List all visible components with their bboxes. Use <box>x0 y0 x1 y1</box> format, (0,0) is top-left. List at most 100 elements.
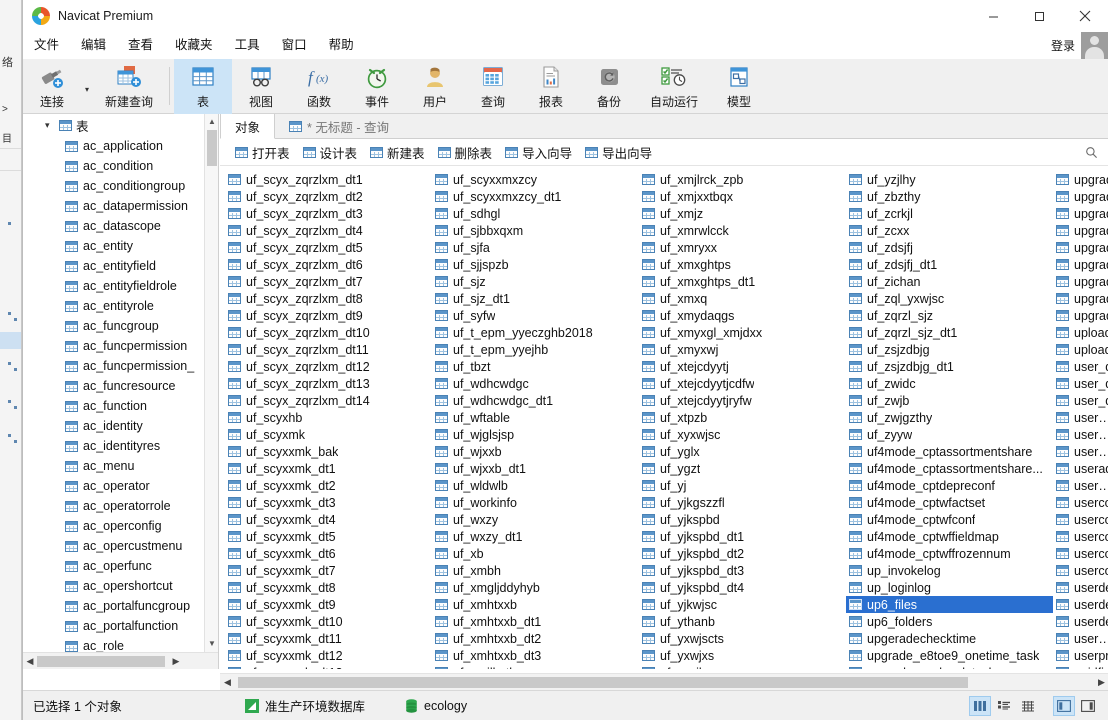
list-item[interactable]: uf_xmyxwj <box>639 341 846 358</box>
list-item[interactable]: uf_syfw <box>432 307 639 324</box>
list-item[interactable]: uf_scyx_zqrzlxm_dt14 <box>225 392 432 409</box>
list-item[interactable]: uf4mode_cptassortmentshare <box>846 443 1053 460</box>
list-item[interactable]: uf4mode_cptwffrozennum <box>846 545 1053 562</box>
list-item[interactable]: uf_zyyw <box>846 426 1053 443</box>
open-table-button[interactable]: 打开表 <box>230 141 295 164</box>
list-item[interactable]: uf_zcxx <box>846 222 1053 239</box>
scroll-thumb[interactable] <box>207 130 217 166</box>
list-item[interactable]: uf_wjxxb <box>432 443 639 460</box>
toolbar-report[interactable]: 报表 <box>522 59 580 114</box>
sidebar-item-ac_funcpermission[interactable]: ac_funcpermission <box>23 336 218 356</box>
tab-untitled-query[interactable]: * 无标题 - 查询 <box>275 114 403 138</box>
list-item[interactable]: user_d <box>1053 375 1108 392</box>
list-item[interactable]: uf_scyx_zqrzlxm_dt12 <box>225 358 432 375</box>
list-item[interactable]: usercla <box>1053 477 1108 494</box>
list-item[interactable]: uf_yjkspbd_dt4 <box>639 579 846 596</box>
list-item[interactable]: upgrad <box>1053 273 1108 290</box>
list-item[interactable]: uf_scyxxmk_dt13 <box>225 664 432 669</box>
list-item[interactable]: upgrad <box>1053 290 1108 307</box>
list-item[interactable]: uf_xmhtxxb_dt3 <box>432 647 639 664</box>
list-item[interactable]: uf_xmhtxxb_dt1 <box>432 613 639 630</box>
list-item[interactable]: uf_scyx_zqrzlxm_dt13 <box>225 375 432 392</box>
sidebar-item-ac_operconfig[interactable]: ac_operconfig <box>23 516 218 536</box>
toolbar-table[interactable]: 表 <box>174 59 232 114</box>
minimize-icon[interactable] <box>970 0 1016 32</box>
list-item[interactable]: uf_xmydaqgs <box>639 307 846 324</box>
menu-favorites[interactable]: 收藏夹 <box>164 32 224 59</box>
list-item[interactable]: uf_wjxxb_dt1 <box>432 460 639 477</box>
list-item[interactable]: upgrad <box>1053 188 1108 205</box>
list-item[interactable]: uf_scyxxmk_dt4 <box>225 511 432 528</box>
list-item[interactable]: uf_t_epm_yyejhb <box>432 341 639 358</box>
list-item[interactable]: uf4mode_cptdepreconf <box>846 477 1053 494</box>
list-item[interactable]: uf_xmjlbzthy <box>432 664 639 669</box>
sidebar-item-ac_funcgroup[interactable]: ac_funcgroup <box>23 316 218 336</box>
list-item[interactable]: uf_yglx <box>639 443 846 460</box>
toolbar-query[interactable]: 查询 <box>464 59 522 114</box>
list-item[interactable]: upload <box>1053 341 1108 358</box>
list-item[interactable]: user_fa <box>1053 409 1108 426</box>
list-item[interactable]: uf_tbzt <box>432 358 639 375</box>
list-item[interactable]: uf_scyx_zqrzlxm_dt9 <box>225 307 432 324</box>
list-item[interactable]: up6_folders <box>846 613 1053 630</box>
list-item[interactable]: uf_t_epm_yyeczghb2018 <box>432 324 639 341</box>
list-item[interactable]: uf_yjkspbd_dt1 <box>639 528 846 545</box>
list-item[interactable]: user_d <box>1053 358 1108 375</box>
list-item[interactable]: uf_scyxxmk_dt9 <box>225 596 432 613</box>
sidebar-item-ac_funcresource[interactable]: ac_funcresource <box>23 376 218 396</box>
sidebar-item-ac_entityfieldrole[interactable]: ac_entityfieldrole <box>23 276 218 296</box>
list-item[interactable]: upgrad <box>1053 239 1108 256</box>
list-item[interactable]: uf_wldwlb <box>432 477 639 494</box>
list-item[interactable]: uf_sjz_dt1 <box>432 290 639 307</box>
list-item[interactable]: userde <box>1053 596 1108 613</box>
tab-objects[interactable]: 对象 <box>220 114 275 139</box>
list-item[interactable]: upload <box>1053 324 1108 341</box>
scroll-thumb-horizontal[interactable] <box>37 656 165 667</box>
scroll-down-icon[interactable]: ▼ <box>205 636 219 651</box>
list-item[interactable]: uf_yjkwjsc <box>639 596 846 613</box>
list-item[interactable]: uf_zsjzdbjg <box>846 341 1053 358</box>
list-item[interactable]: up_loginlog <box>846 579 1053 596</box>
list-item[interactable]: upgrad <box>1053 307 1108 324</box>
list-item[interactable]: uf_zwjgzthy <box>846 409 1053 426</box>
list-item[interactable]: uf_scyxxmk_dt1 <box>225 460 432 477</box>
sidebar-item-ac_portalfuncgroup[interactable]: ac_portalfuncgroup <box>23 596 218 616</box>
list-scroll-thumb[interactable] <box>238 677 968 688</box>
list-item[interactable]: uf_xtejcdyytjryfw <box>639 392 846 409</box>
sidebar-item-ac_operatorrole[interactable]: ac_operatorrole <box>23 496 218 516</box>
list-item[interactable]: uf_zdsjfj_dt1 <box>846 256 1053 273</box>
list-item[interactable]: uf_zbzthy <box>846 188 1053 205</box>
list-item[interactable]: uf_scyx_zqrzlxm_dt2 <box>225 188 432 205</box>
sidebar-item-ac_datapermission[interactable]: ac_datapermission <box>23 196 218 216</box>
list-item[interactable]: uf_xtejcdyytj <box>639 358 846 375</box>
list-item[interactable]: uf_xtejcdyytjcdfw <box>639 375 846 392</box>
sidebar-item-ac_entity[interactable]: ac_entity <box>23 236 218 256</box>
list-item[interactable]: uf_scyxxmk_dt12 <box>225 647 432 664</box>
sidebar-item-ac_identityres[interactable]: ac_identityres <box>23 436 218 456</box>
menu-help[interactable]: 帮助 <box>318 32 365 59</box>
sidebar-item-ac_portalfunction[interactable]: ac_portalfunction <box>23 616 218 636</box>
list-item[interactable]: user_la <box>1053 426 1108 443</box>
list-item[interactable]: uf_xmxghtps <box>639 256 846 273</box>
user-avatar-icon[interactable] <box>1081 32 1108 59</box>
left-panel-icon[interactable] <box>1053 696 1075 716</box>
sidebar-item-ac_funcpermission_[interactable]: ac_funcpermission_ <box>23 356 218 376</box>
list-item[interactable]: user_se <box>1053 443 1108 460</box>
list-item[interactable]: uf_yjkspbd_dt3 <box>639 562 846 579</box>
list-item[interactable]: uf_wftable <box>432 409 639 426</box>
list-item[interactable]: uf_zqrzl_sjz <box>846 307 1053 324</box>
toolbar-view[interactable]: 视图 <box>232 59 290 114</box>
menu-view[interactable]: 查看 <box>117 32 164 59</box>
new-table-button[interactable]: 新建表 <box>365 141 430 164</box>
list-item[interactable]: uuidfix <box>1053 664 1108 669</box>
list-item[interactable]: uf_xmjlrck_zpb <box>639 171 846 188</box>
toolbar-model[interactable]: 模型 <box>710 59 768 114</box>
list-item[interactable]: uf_sjfa <box>432 239 639 256</box>
toolbar-user[interactable]: 用户 <box>406 59 464 114</box>
list-item[interactable]: userde <box>1053 579 1108 596</box>
toolbar-automation[interactable]: 自动运行 <box>638 59 710 114</box>
list-item[interactable]: uf_xmhtxxb <box>432 596 639 613</box>
list-item[interactable]: uf_yxwjxs <box>639 647 846 664</box>
list-item[interactable]: upgrad <box>1053 222 1108 239</box>
list-item[interactable]: uf_wxzy_dt1 <box>432 528 639 545</box>
